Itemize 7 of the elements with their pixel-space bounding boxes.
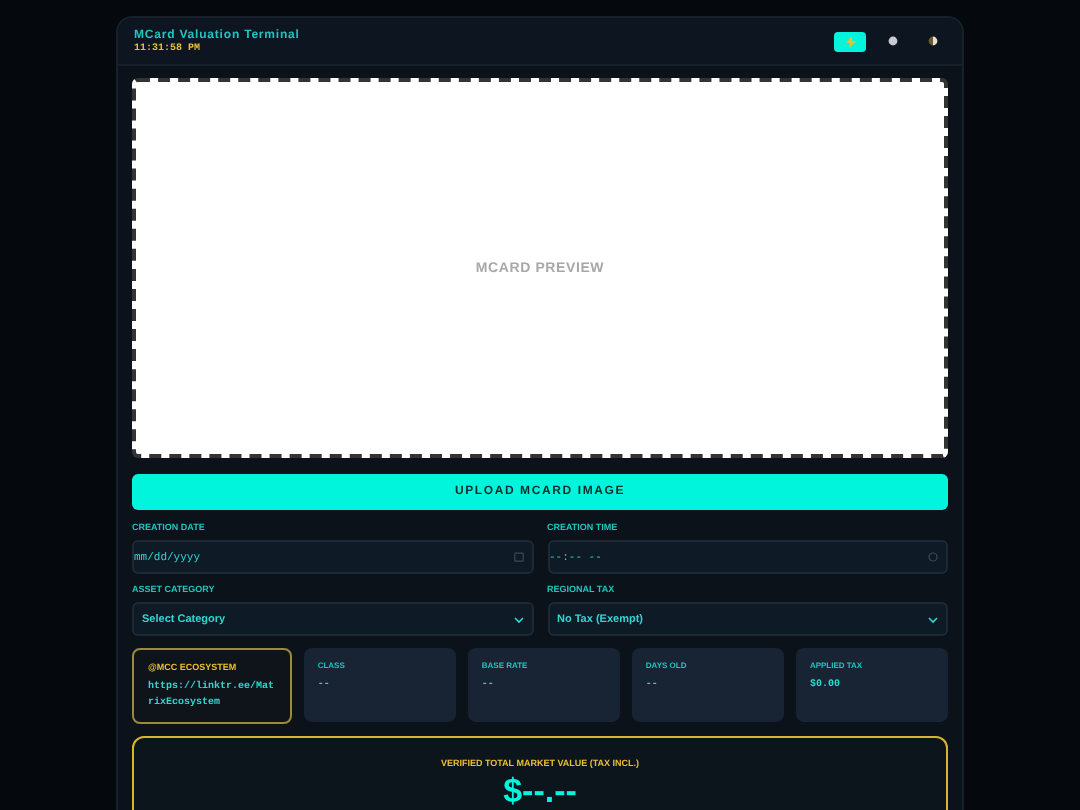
- total-value: $--.--: [503, 772, 577, 810]
- bolt-icon: [845, 35, 855, 47]
- contrast-icon: [927, 36, 937, 46]
- chevron-icon: [928, 615, 938, 623]
- chevron-icon: [513, 615, 523, 623]
- toolbar-button[interactable]: [834, 31, 866, 51]
- circle-icon: [887, 36, 897, 46]
